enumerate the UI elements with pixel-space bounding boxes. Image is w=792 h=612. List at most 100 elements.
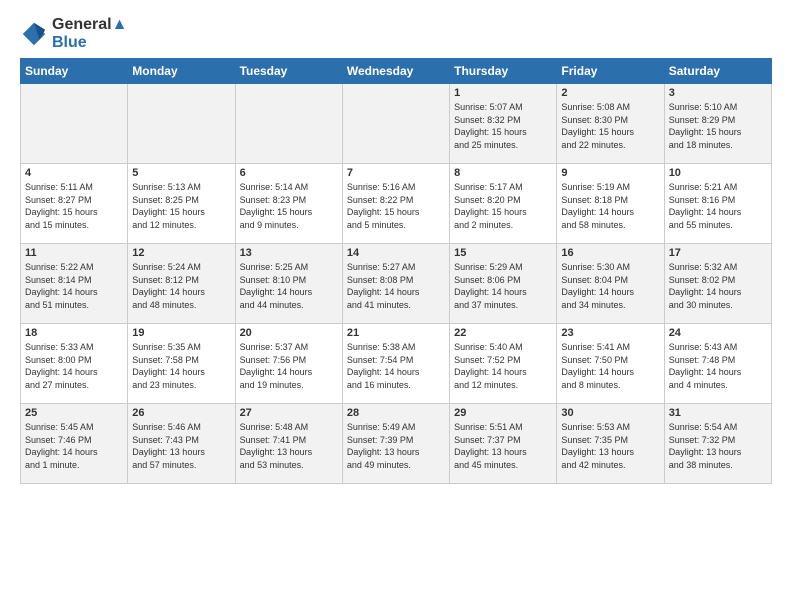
day-cell: 21Sunrise: 5:38 AM Sunset: 7:54 PM Dayli… [342,324,449,404]
day-info: Sunrise: 5:40 AM Sunset: 7:52 PM Dayligh… [454,341,552,391]
day-header-saturday: Saturday [664,59,771,84]
day-number: 19 [132,327,230,339]
day-number: 10 [669,167,767,179]
day-info: Sunrise: 5:13 AM Sunset: 8:25 PM Dayligh… [132,181,230,231]
day-cell: 20 Sunrise: 5:37 AM Sunset: 7:56 PM Dayli… [235,324,342,404]
day-info: Sunrise: 5:54 AM Sunset: 7:32 PM Dayligh… [669,421,767,471]
day-cell: 10 Sunrise: 5:21 AM Sunset: 8:16 PM Dayli… [664,164,771,244]
week-row-2: 4Sunrise: 5:11 AM Sunset: 8:27 PM Daylig… [21,164,772,244]
day-cell [342,84,449,164]
logo-icon [20,20,48,48]
day-info: Sunrise: 5:32 AM Sunset: 8:02 PM Dayligh… [669,261,767,311]
day-number: 20 [240,327,338,339]
day-cell: 2 Sunrise: 5:08 AM Sunset: 8:30 PM Daylig… [557,84,664,164]
day-info: Sunrise: 5:21 AM Sunset: 8:16 PM Dayligh… [669,181,767,231]
day-cell: 1 Sunrise: 5:07 AM Sunset: 8:32 PM Daylig… [450,84,557,164]
day-number: 21 [347,327,445,339]
day-cell: 19 Sunrise: 5:35 AM Sunset: 7:58 PM Dayli… [128,324,235,404]
day-cell: 27 Sunrise: 5:48 AM Sunset: 7:41 PM Dayli… [235,404,342,484]
day-cell: 11 Sunrise: 5:22 AM Sunset: 8:14 PM Dayli… [21,244,128,324]
day-number: 30 [561,407,659,419]
day-info: Sunrise: 5:24 AM Sunset: 8:12 PM Dayligh… [132,261,230,311]
day-number: 31 [669,407,767,419]
day-cell: 6 Sunrise: 5:14 AM Sunset: 8:23 PM Daylig… [235,164,342,244]
day-info: Sunrise: 5:27 AM Sunset: 8:08 PM Dayligh… [347,261,445,311]
day-number: 18 [25,327,123,339]
day-number: 6 [240,167,338,179]
day-cell: 28 Sunrise: 5:49 AM Sunset: 7:39 PM Dayli… [342,404,449,484]
day-header-monday: Monday [128,59,235,84]
logo: General▲ Blue [20,16,127,52]
header-row: SundayMondayTuesdayWednesdayThursdayFrid… [21,59,772,84]
logo-text: General▲ Blue [52,16,127,52]
day-cell: 15Sunrise: 5:29 AM Sunset: 8:06 PM Dayli… [450,244,557,324]
day-cell [235,84,342,164]
day-cell: 17Sunrise: 5:32 AM Sunset: 8:02 PM Dayli… [664,244,771,324]
day-cell: 13Sunrise: 5:25 AM Sunset: 8:10 PM Dayli… [235,244,342,324]
day-info: Sunrise: 5:46 AM Sunset: 7:43 PM Dayligh… [132,421,230,471]
day-info: Sunrise: 5:08 AM Sunset: 8:30 PM Dayligh… [561,101,659,151]
day-info: Sunrise: 5:10 AM Sunset: 8:29 PM Dayligh… [669,101,767,151]
day-info: Sunrise: 5:16 AM Sunset: 8:22 PM Dayligh… [347,181,445,231]
calendar-table: SundayMondayTuesdayWednesdayThursdayFrid… [20,58,772,484]
day-number: 7 [347,167,445,179]
day-info: Sunrise: 5:35 AM Sunset: 7:58 PM Dayligh… [132,341,230,391]
day-header-wednesday: Wednesday [342,59,449,84]
day-number: 25 [25,407,123,419]
day-info: Sunrise: 5:49 AM Sunset: 7:39 PM Dayligh… [347,421,445,471]
page-container: General▲ Blue SundayMondayTuesdayWednesd… [0,0,792,494]
day-number: 24 [669,327,767,339]
day-cell: 26 Sunrise: 5:46 AM Sunset: 7:43 PM Dayli… [128,404,235,484]
day-number: 15 [454,247,552,259]
day-number: 2 [561,87,659,99]
day-number: 11 [25,247,123,259]
week-row-5: 25Sunrise: 5:45 AM Sunset: 7:46 PM Dayli… [21,404,772,484]
day-info: Sunrise: 5:14 AM Sunset: 8:23 PM Dayligh… [240,181,338,231]
day-number: 3 [669,87,767,99]
day-number: 28 [347,407,445,419]
day-header-friday: Friday [557,59,664,84]
day-cell: 31 Sunrise: 5:54 AM Sunset: 7:32 PM Dayli… [664,404,771,484]
day-cell: 5 Sunrise: 5:13 AM Sunset: 8:25 PM Daylig… [128,164,235,244]
day-info: Sunrise: 5:25 AM Sunset: 8:10 PM Dayligh… [240,261,338,311]
day-info: Sunrise: 5:17 AM Sunset: 8:20 PM Dayligh… [454,181,552,231]
day-info: Sunrise: 5:30 AM Sunset: 8:04 PM Dayligh… [561,261,659,311]
day-info: Sunrise: 5:48 AM Sunset: 7:41 PM Dayligh… [240,421,338,471]
day-number: 22 [454,327,552,339]
day-number: 8 [454,167,552,179]
day-header-tuesday: Tuesday [235,59,342,84]
day-number: 26 [132,407,230,419]
day-cell: 14 Sunrise: 5:27 AM Sunset: 8:08 PM Dayli… [342,244,449,324]
day-number: 9 [561,167,659,179]
day-info: Sunrise: 5:22 AM Sunset: 8:14 PM Dayligh… [25,261,123,311]
day-info: Sunrise: 5:07 AM Sunset: 8:32 PM Dayligh… [454,101,552,151]
day-cell [21,84,128,164]
day-number: 16 [561,247,659,259]
day-header-thursday: Thursday [450,59,557,84]
day-cell: 22 Sunrise: 5:40 AM Sunset: 7:52 PM Dayli… [450,324,557,404]
day-number: 23 [561,327,659,339]
day-number: 29 [454,407,552,419]
day-info: Sunrise: 5:41 AM Sunset: 7:50 PM Dayligh… [561,341,659,391]
day-cell: 3 Sunrise: 5:10 AM Sunset: 8:29 PM Daylig… [664,84,771,164]
day-cell: 16 Sunrise: 5:30 AM Sunset: 8:04 PM Dayli… [557,244,664,324]
day-info: Sunrise: 5:43 AM Sunset: 7:48 PM Dayligh… [669,341,767,391]
week-row-1: 1 Sunrise: 5:07 AM Sunset: 8:32 PM Daylig… [21,84,772,164]
day-info: Sunrise: 5:37 AM Sunset: 7:56 PM Dayligh… [240,341,338,391]
day-cell: 25Sunrise: 5:45 AM Sunset: 7:46 PM Dayli… [21,404,128,484]
day-cell: 30 Sunrise: 5:53 AM Sunset: 7:35 PM Dayli… [557,404,664,484]
day-cell: 23 Sunrise: 5:41 AM Sunset: 7:50 PM Dayli… [557,324,664,404]
day-cell: 24 Sunrise: 5:43 AM Sunset: 7:48 PM Dayli… [664,324,771,404]
day-info: Sunrise: 5:19 AM Sunset: 8:18 PM Dayligh… [561,181,659,231]
day-cell: 9 Sunrise: 5:19 AM Sunset: 8:18 PM Daylig… [557,164,664,244]
day-info: Sunrise: 5:33 AM Sunset: 8:00 PM Dayligh… [25,341,123,391]
day-number: 27 [240,407,338,419]
header: General▲ Blue [20,16,772,52]
day-info: Sunrise: 5:53 AM Sunset: 7:35 PM Dayligh… [561,421,659,471]
day-cell: 18 Sunrise: 5:33 AM Sunset: 8:00 PM Dayli… [21,324,128,404]
day-cell: 29Sunrise: 5:51 AM Sunset: 7:37 PM Dayli… [450,404,557,484]
day-number: 12 [132,247,230,259]
day-number: 1 [454,87,552,99]
day-number: 14 [347,247,445,259]
day-number: 5 [132,167,230,179]
